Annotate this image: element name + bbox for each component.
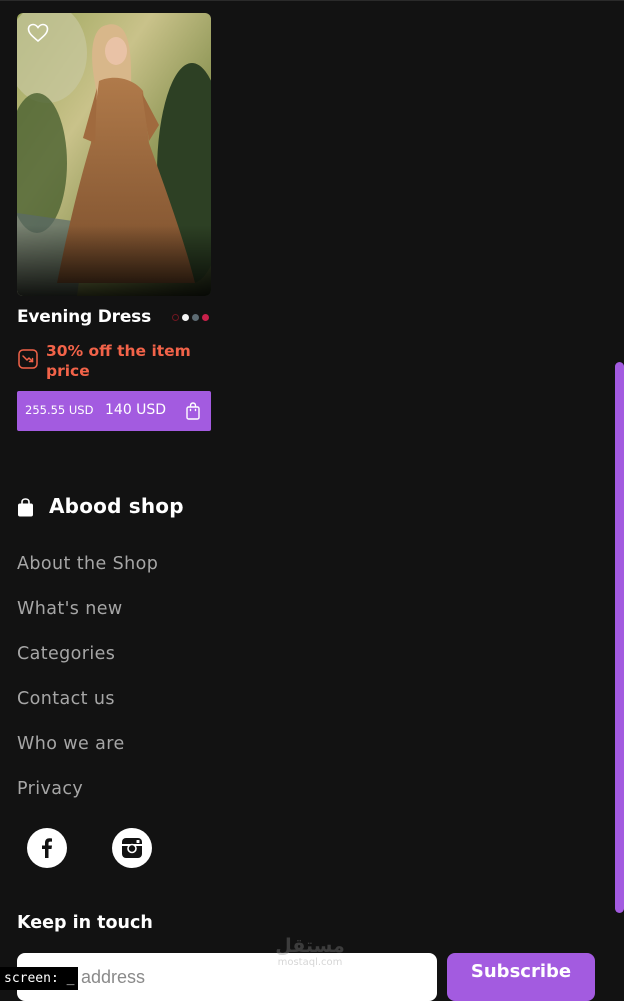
newsletter-title: Keep in touch (17, 913, 153, 933)
shop-name[interactable]: Abood shop (49, 494, 184, 518)
shopping-bag-icon (185, 402, 201, 420)
footer-link-categories[interactable]: Categories (17, 642, 158, 687)
footer-link-privacy[interactable]: Privacy (17, 777, 158, 822)
product-title[interactable]: Evening Dress (17, 307, 151, 327)
watermark-latin: mostaql.com (277, 957, 343, 968)
screen-label: screen: _ (0, 967, 78, 990)
footer-link-contact[interactable]: Contact us (17, 687, 158, 732)
watermark-logo: مستقل mostaql.com (270, 935, 350, 969)
old-price: 255.55 USD (25, 403, 94, 417)
product-photo (17, 13, 211, 296)
newsletter-email-input[interactable] (17, 953, 437, 1001)
subscribe-button[interactable]: Subscribe (447, 953, 595, 1001)
footer-links: About the Shop What's new Categories Con… (17, 552, 158, 822)
discount-icon (18, 349, 38, 369)
color-swatches (172, 314, 209, 321)
shopping-bag-icon (17, 498, 34, 517)
discount-text: 30% off the item price (46, 342, 191, 380)
new-price: 140 USD (105, 402, 167, 418)
instagram-icon[interactable] (112, 828, 152, 868)
scrollbar-thumb[interactable] (615, 362, 624, 913)
footer-link-about[interactable]: About the Shop (17, 552, 158, 597)
heart-icon[interactable] (27, 23, 49, 43)
swatch-color-2[interactable] (182, 314, 189, 321)
add-to-cart-button[interactable]: 255.55 USD 140 USD (17, 391, 211, 431)
footer-link-who-we-are[interactable]: Who we are (17, 732, 158, 777)
swatch-color-4[interactable] (202, 314, 209, 321)
footer-link-whats-new[interactable]: What's new (17, 597, 158, 642)
swatch-color-1[interactable] (172, 314, 179, 321)
swatch-color-3[interactable] (192, 314, 199, 321)
top-divider (0, 0, 624, 1)
facebook-icon[interactable] (27, 828, 67, 868)
watermark-arabic: مستقل (275, 935, 345, 957)
product-image[interactable] (17, 13, 211, 296)
